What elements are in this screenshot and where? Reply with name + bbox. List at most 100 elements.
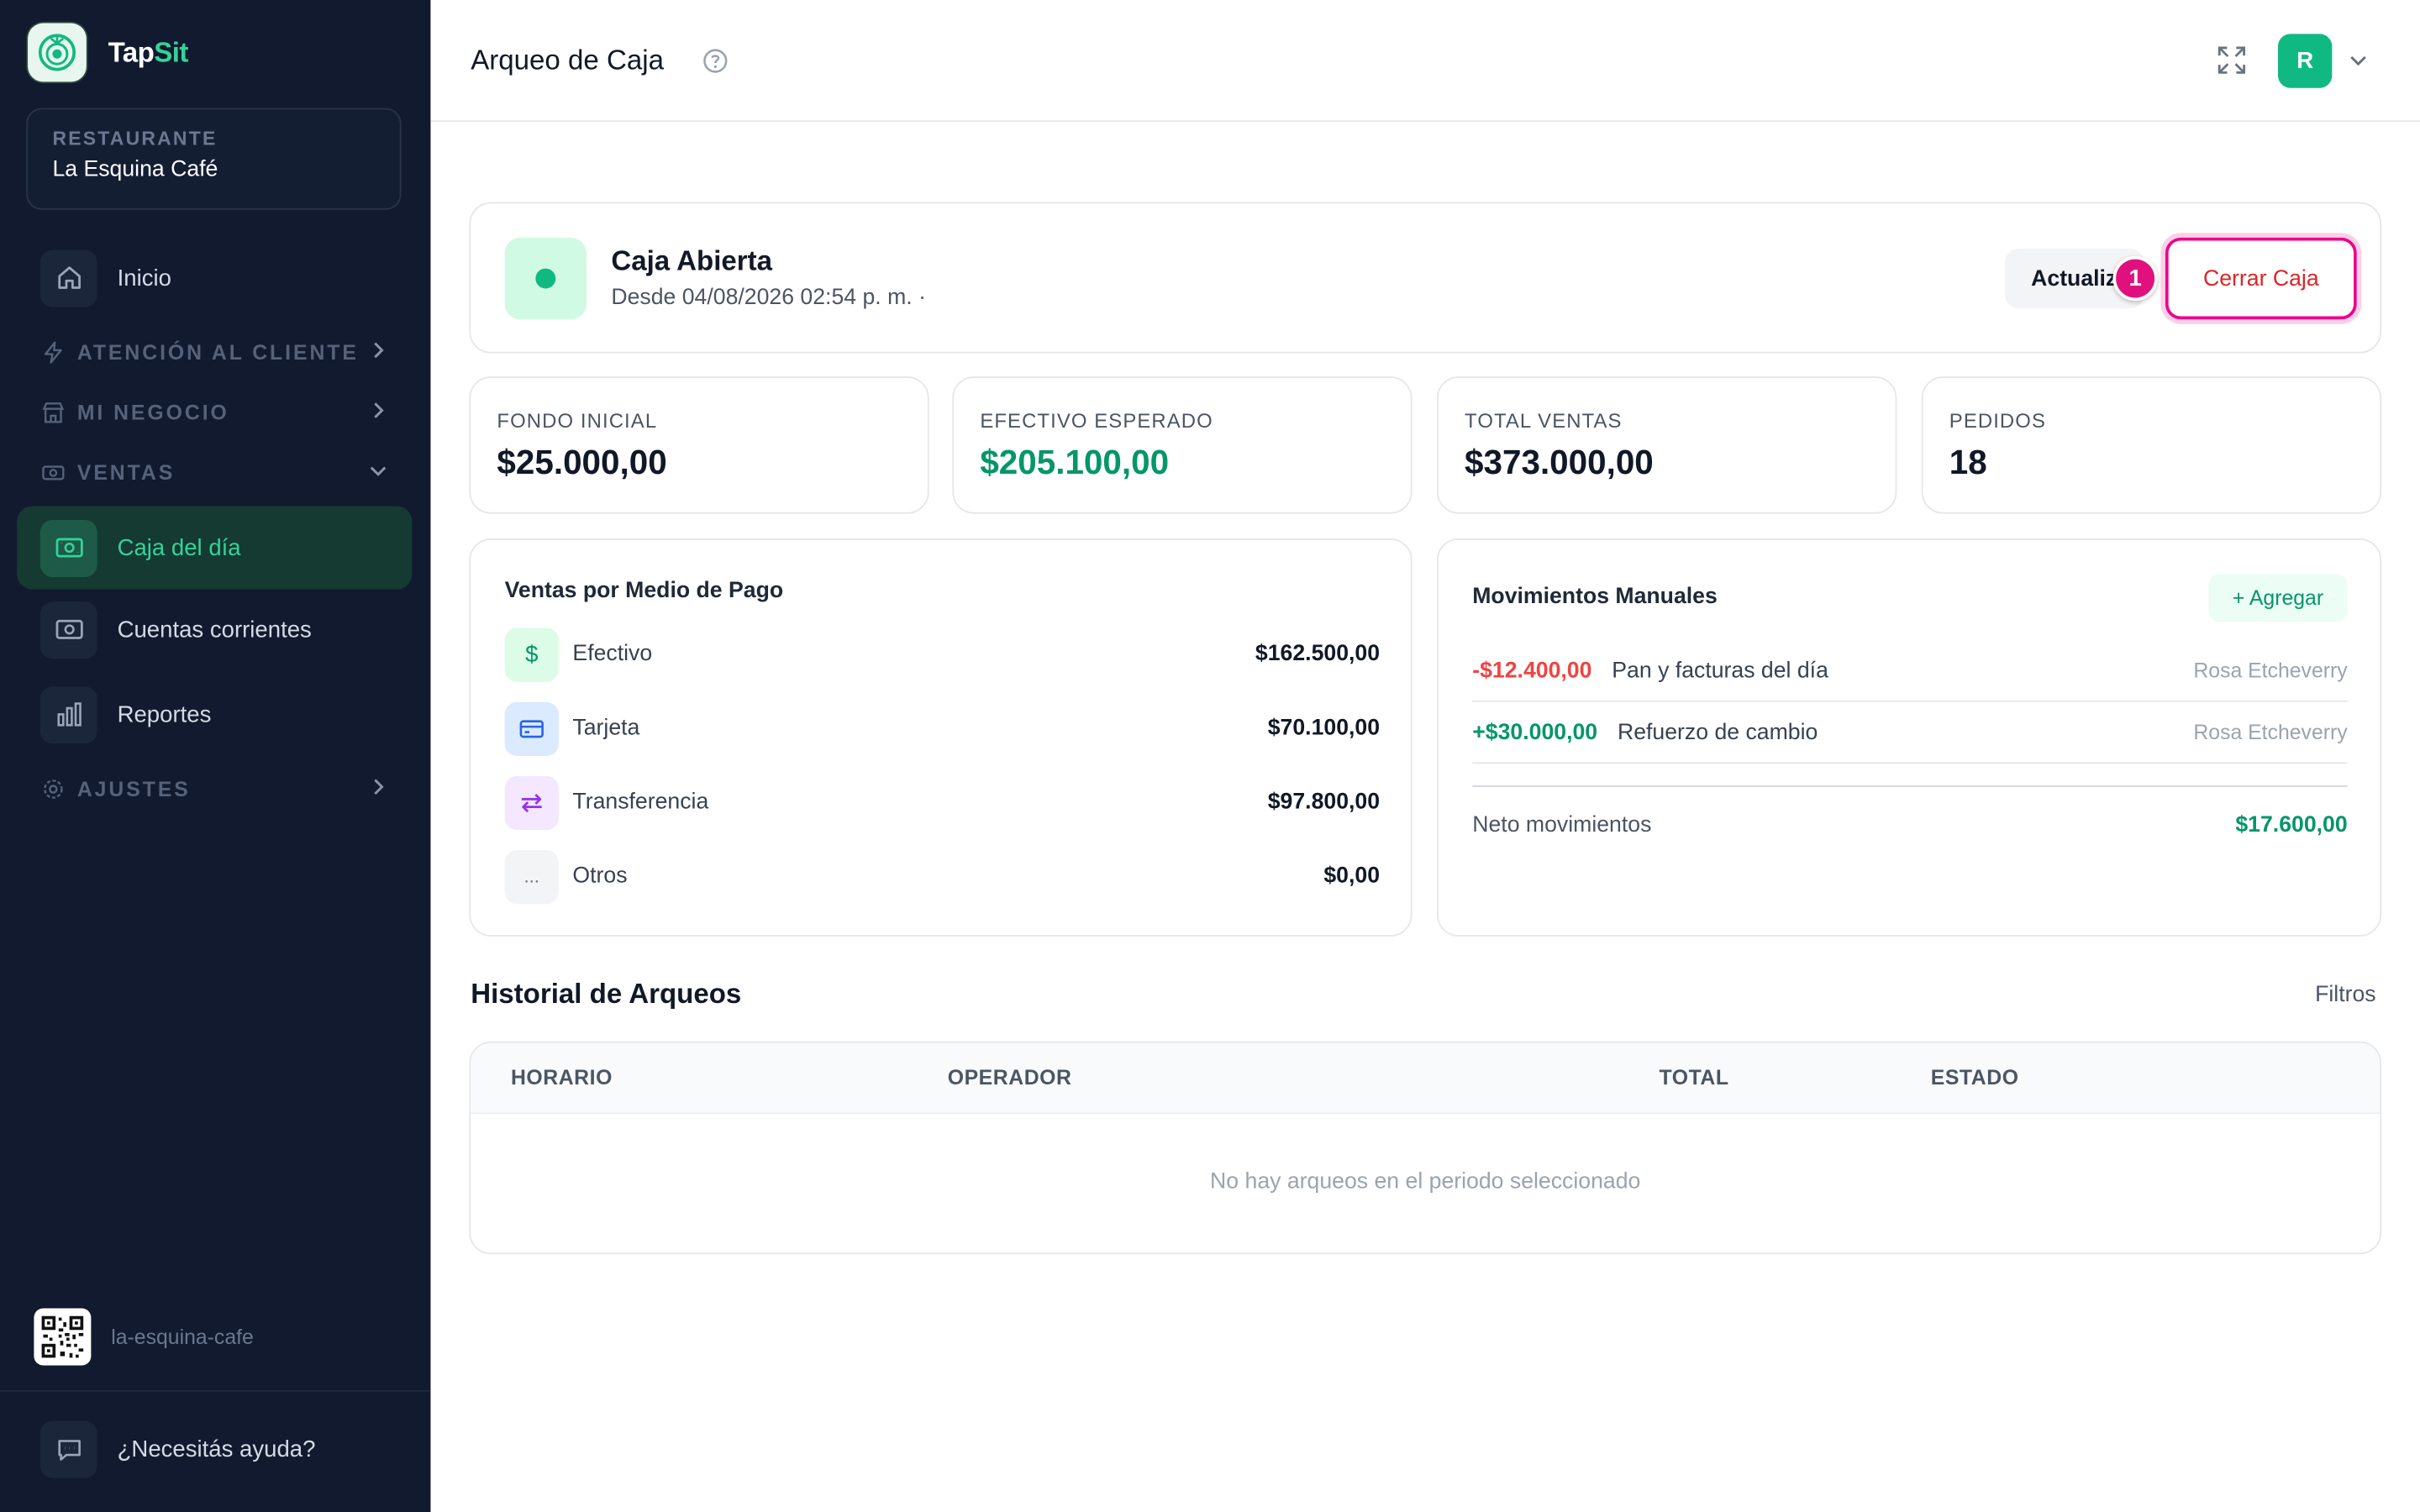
restaurant-name: La Esquina Café xyxy=(52,157,218,182)
sidebar-section-ajustes[interactable]: AJUSTES xyxy=(40,770,392,807)
sidebar-item-cuentas[interactable]: Cuentas corrientes xyxy=(17,588,412,671)
cash-icon xyxy=(40,459,66,485)
help-link[interactable]: ¿Necesitás ayuda? xyxy=(39,1420,316,1478)
payment-value: $70.100,00 xyxy=(1267,716,1381,741)
card-icon xyxy=(504,701,559,756)
column-header-operador[interactable]: OPERADOR xyxy=(948,1066,1072,1089)
wallet-icon xyxy=(39,601,97,659)
movement-description: Refuerzo de cambio xyxy=(1617,719,1818,745)
payment-label: Tarjeta xyxy=(572,716,640,741)
section-label: AJUSTES xyxy=(76,776,191,801)
sidebar-item-label: Cuentas corrientes xyxy=(117,616,312,643)
movement-row: -$12.400,00 Pan y facturas del día Rosa … xyxy=(1472,640,2348,702)
column-header-estado[interactable]: ESTADO xyxy=(1931,1066,2019,1089)
qr-code-icon xyxy=(34,1308,92,1366)
movement-row: +$30.000,00 Refuerzo de cambio Rosa Etch… xyxy=(1472,702,2348,764)
home-icon xyxy=(39,249,97,307)
stat-value: $205.100,00 xyxy=(980,443,1170,482)
sidebar-item-caja[interactable]: Caja del día xyxy=(17,506,413,590)
manual-movements-card: Movimientos Manuales + Agregar -$12.400,… xyxy=(1437,538,2382,937)
brand-name: TapSit xyxy=(108,36,189,69)
sidebar-section-atencion[interactable]: ATENCIÓN AL CLIENTE xyxy=(40,333,392,370)
payment-label: Efectivo xyxy=(572,642,653,667)
stat-pedidos: PEDIDOS 18 xyxy=(1921,376,2382,514)
chevron-right-icon xyxy=(367,776,389,806)
table-header: HORARIO OPERADOR TOTAL ESTADO xyxy=(471,1042,2381,1115)
user-avatar[interactable]: R xyxy=(2278,34,2333,88)
help-label: ¿Necesitás ayuda? xyxy=(117,1436,316,1463)
close-register-button[interactable]: Cerrar Caja xyxy=(2165,237,2357,320)
close-register-label: Cerrar Caja xyxy=(2202,265,2319,291)
payment-row-transferencia: Transferencia $97.800,00 xyxy=(504,774,1381,830)
status-since: Desde 04/08/2026 02:54 p. m. · xyxy=(611,285,926,311)
chevron-right-icon xyxy=(367,400,389,429)
section-label: ATENCIÓN AL CLIENTE xyxy=(76,340,359,364)
movement-operator: Rosa Etcheverry xyxy=(2193,720,2348,744)
restaurant-selector[interactable]: RESTAURANTE La Esquina Café xyxy=(26,108,402,210)
more-icon: ... xyxy=(504,849,559,904)
qr-slug: la-esquina-cafe xyxy=(111,1325,254,1349)
cash-register-icon xyxy=(39,519,97,577)
filters-button[interactable]: Filtros xyxy=(2315,983,2376,1007)
payment-label: Transferencia xyxy=(572,790,709,815)
payment-label: Otros xyxy=(572,864,628,889)
top-header: Arqueo de Caja R xyxy=(430,0,2420,123)
add-movement-button[interactable]: + Agregar xyxy=(2208,574,2348,622)
stat-label: PEDIDOS xyxy=(1949,408,2046,433)
sidebar: TapSit RESTAURANTE La Esquina Café Inici… xyxy=(0,0,431,1512)
stat-efectivo-esperado: EFECTIVO ESPERADO $205.100,00 xyxy=(952,376,1413,514)
column-header-total[interactable]: TOTAL xyxy=(1659,1066,1728,1089)
stat-fondo-inicial: FONDO INICIAL $25.000,00 xyxy=(469,376,929,514)
brand-name-main: Tap xyxy=(108,36,155,67)
sidebar-item-label: Reportes xyxy=(117,701,212,728)
fullscreen-icon[interactable] xyxy=(2217,45,2248,83)
empty-state-message: No hay arqueos en el periodo seleccionad… xyxy=(1210,1169,1641,1194)
stat-label: TOTAL VENTAS xyxy=(1465,408,1623,433)
payment-methods-card: Ventas por Medio de Pago $ Efectivo $162… xyxy=(469,538,1413,937)
sidebar-item-label: Inicio xyxy=(117,265,171,291)
status-title: Caja Abierta xyxy=(611,245,773,276)
qr-link[interactable]: la-esquina-cafe xyxy=(34,1308,254,1366)
status-indicator xyxy=(504,237,587,320)
store-icon xyxy=(40,399,66,425)
card-title: Ventas por Medio de Pago xyxy=(504,578,784,604)
sidebar-item-reportes[interactable]: Reportes xyxy=(17,673,412,756)
stat-label: FONDO INICIAL xyxy=(497,408,658,433)
stat-value: 18 xyxy=(1949,443,1987,482)
payment-value: $162.500,00 xyxy=(1255,642,1381,667)
payment-row-tarjeta: Tarjeta $70.100,00 xyxy=(504,701,1381,756)
sidebar-item-inicio[interactable]: Inicio xyxy=(17,236,412,319)
cash-status-card: Caja Abierta Desde 04/08/2026 02:54 p. m… xyxy=(469,202,2382,354)
movement-amount: -$12.400,00 xyxy=(1472,658,1592,683)
chevron-right-icon xyxy=(367,339,389,369)
chevron-down-icon[interactable] xyxy=(2348,50,2370,79)
sidebar-section-negocio[interactable]: MI NEGOCIO xyxy=(40,393,392,430)
sidebar-item-label: Caja del día xyxy=(117,534,241,561)
brand[interactable]: TapSit xyxy=(28,23,189,82)
sidebar-divider xyxy=(0,1389,431,1392)
page-title: Arqueo de Caja xyxy=(471,45,664,76)
movement-operator: Rosa Etcheverry xyxy=(2193,659,2348,682)
chevron-down-icon xyxy=(367,459,389,489)
movement-description: Pan y facturas del día xyxy=(1612,658,1828,683)
payment-row-otros: ... Otros $0,00 xyxy=(504,848,1381,904)
history-title: Historial de Arqueos xyxy=(471,978,742,1010)
question-circle-icon[interactable] xyxy=(702,48,729,81)
transfer-icon xyxy=(504,774,559,830)
status-dot-icon xyxy=(535,268,556,289)
tapsit-logo-icon xyxy=(28,23,87,82)
brand-name-accent: Sit xyxy=(154,36,188,67)
bar-chart-icon xyxy=(39,685,97,743)
dollar-icon: $ xyxy=(504,627,559,681)
movement-amount: +$30.000,00 xyxy=(1472,719,1598,745)
payment-value: $0,00 xyxy=(1323,864,1381,889)
restaurant-label: RESTAURANTE xyxy=(52,128,218,150)
stat-total-ventas: TOTAL VENTAS $373.000,00 xyxy=(1437,376,1897,514)
payment-value: $97.800,00 xyxy=(1267,790,1381,815)
stat-value: $373.000,00 xyxy=(1465,443,1654,482)
step-badge: 1 xyxy=(2112,255,2158,302)
net-label: Neto movimientos xyxy=(1472,812,1652,837)
stat-value: $25.000,00 xyxy=(497,443,667,482)
sidebar-section-ventas[interactable]: VENTAS xyxy=(40,454,392,491)
column-header-horario[interactable]: HORARIO xyxy=(511,1066,613,1089)
